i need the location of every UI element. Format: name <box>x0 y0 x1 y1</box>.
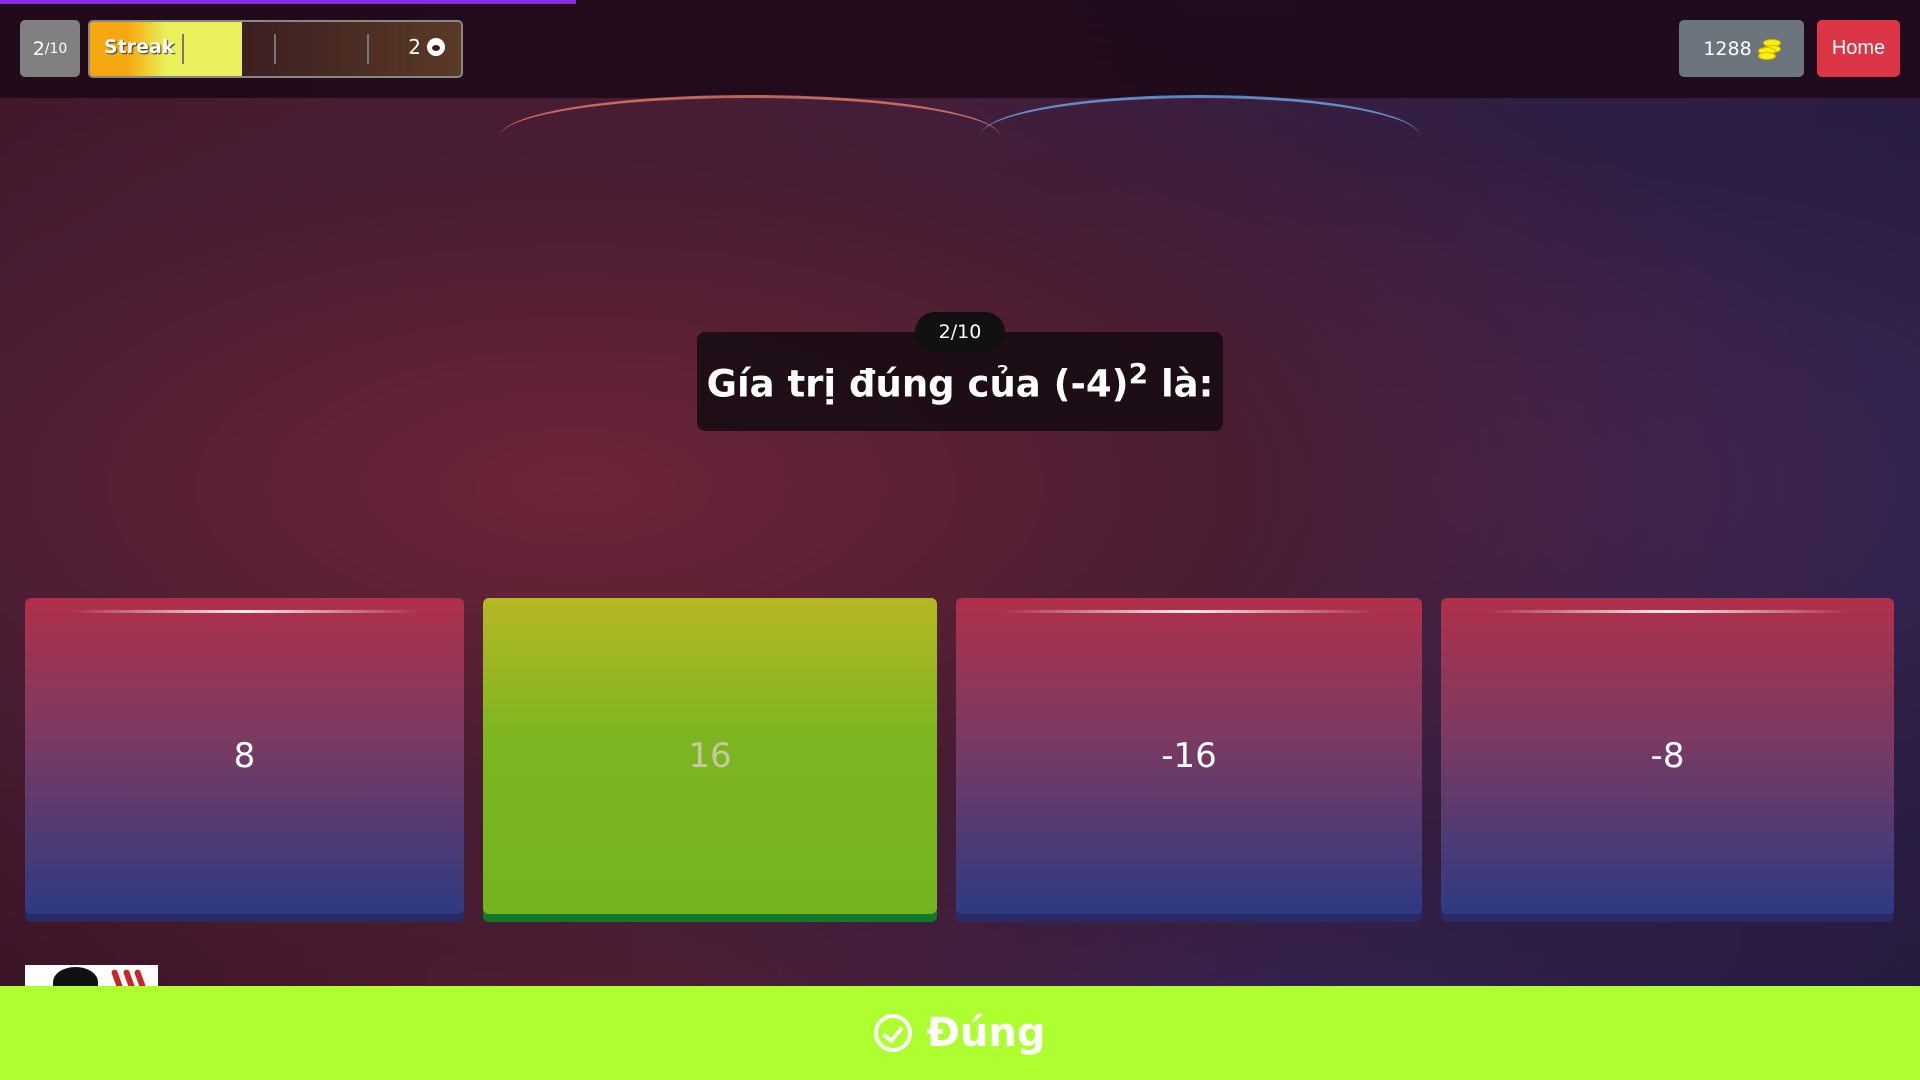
counter-total: /10 <box>44 40 68 57</box>
streak-count: 2 <box>408 35 445 59</box>
coins-icon <box>1757 38 1781 60</box>
check-circle-icon <box>874 1014 913 1052</box>
question-number-badge: 2/10 <box>915 312 1005 352</box>
answer-option-4[interactable]: -8 <box>1441 598 1894 914</box>
streak-tick <box>367 34 369 64</box>
question-counter: 2/10 <box>20 20 80 77</box>
answer-option-2-correct[interactable]: 16 <box>483 598 937 914</box>
question-text: Gía trị đúng của (-4)2 là: <box>706 357 1214 406</box>
streak-bar: Streak 2 <box>88 20 463 78</box>
streak-tick <box>274 34 276 64</box>
home-button[interactable]: Home <box>1817 20 1900 77</box>
streak-tick <box>182 34 184 64</box>
answer-option-3[interactable]: -16 <box>956 598 1422 914</box>
background-decoration <box>980 95 1420 178</box>
flame-icon <box>427 38 445 56</box>
answer-label: 16 <box>688 736 732 776</box>
streak-count-value: 2 <box>408 35 421 59</box>
answer-label: -8 <box>1650 736 1685 776</box>
streak-label: Streak <box>104 36 175 58</box>
result-banner: Đúng <box>0 986 1920 1080</box>
quiz-progress-bar <box>0 0 576 4</box>
answer-label: -16 <box>1161 736 1217 776</box>
coins-value: 1288 <box>1703 37 1752 60</box>
counter-current: 2 <box>32 37 45 60</box>
result-label: Đúng <box>926 1010 1046 1056</box>
question-exponent: 2 <box>1128 357 1149 391</box>
background-decoration <box>500 95 1000 178</box>
answer-label: 8 <box>233 736 256 776</box>
coins-button[interactable]: 1288 <box>1679 20 1804 77</box>
answer-option-1[interactable]: 8 <box>25 598 464 914</box>
